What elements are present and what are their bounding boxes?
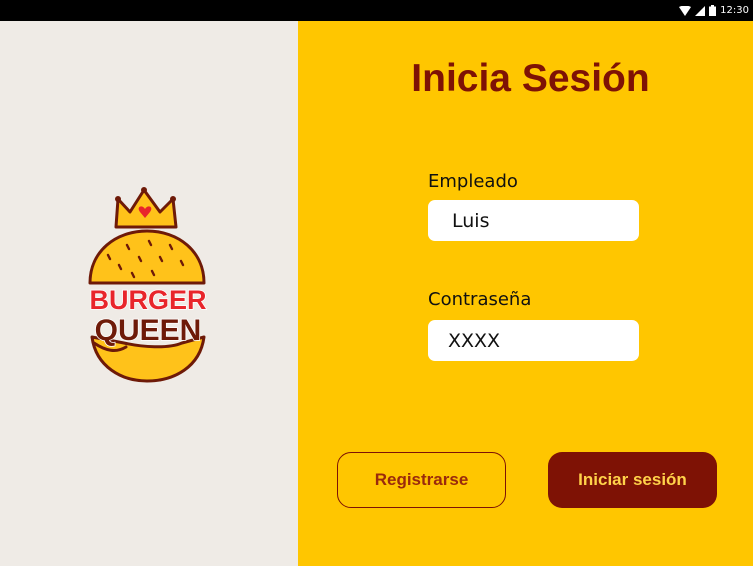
burger-crown-logo: BURGER QUEEN xyxy=(82,185,217,390)
crown-icon xyxy=(114,187,178,229)
employee-input[interactable] xyxy=(428,200,639,241)
wifi-icon xyxy=(679,5,692,16)
bun-top-icon xyxy=(88,229,206,285)
login-button[interactable]: Iniciar sesión xyxy=(548,452,717,508)
login-pane: Inicia Sesión Empleado Contraseña Regist… xyxy=(298,21,753,566)
page-title: Inicia Sesión xyxy=(411,57,650,100)
register-button[interactable]: Registrarse xyxy=(337,452,506,508)
employee-label: Empleado xyxy=(428,171,518,192)
status-time: 12:30 xyxy=(720,5,749,16)
logo-text-burger: BURGER xyxy=(89,285,206,315)
password-label: Contraseña xyxy=(428,289,532,310)
battery-icon xyxy=(709,5,717,16)
signal-icon xyxy=(695,5,706,16)
status-bar: 12:30 xyxy=(0,0,753,21)
logo-text-queen: QUEEN xyxy=(95,314,202,347)
password-input[interactable] xyxy=(428,320,639,361)
